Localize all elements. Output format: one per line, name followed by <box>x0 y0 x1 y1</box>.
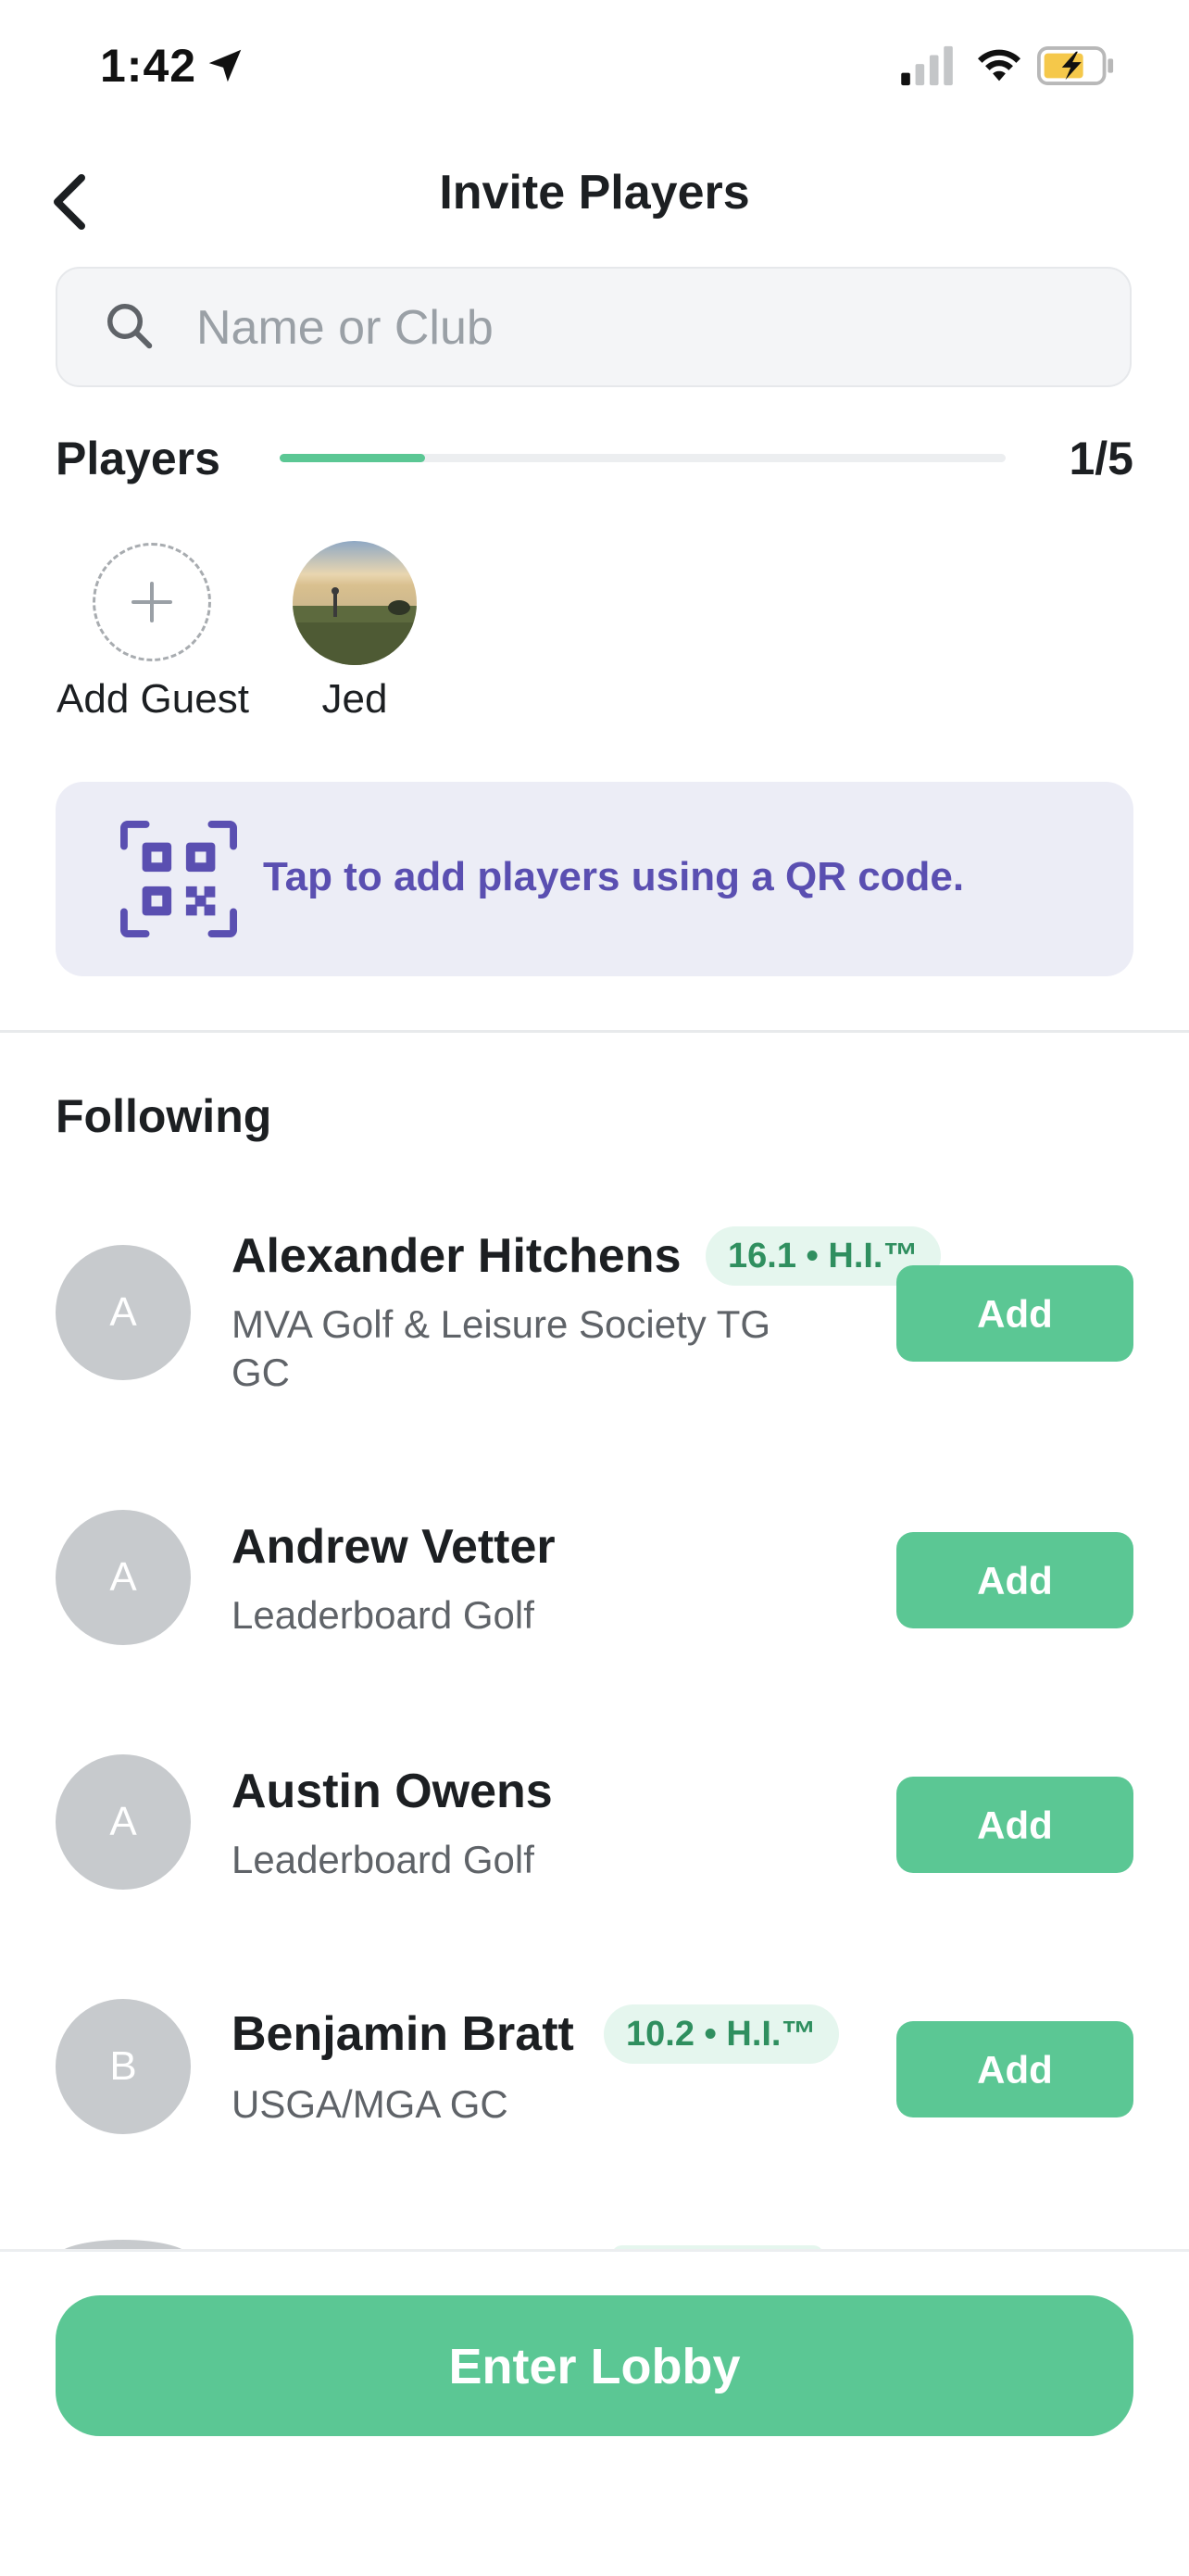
player-name: Alexander Hitchens <box>232 1229 682 1283</box>
qr-code-icon <box>120 821 237 937</box>
page-title: Invite Players <box>439 166 750 220</box>
avatar: A <box>56 1510 191 1645</box>
section-divider <box>0 1030 1189 1033</box>
add-guest-label: Add Guest <box>56 676 249 722</box>
player-name: Austin Owens <box>232 1765 553 1818</box>
player-name-jed: Jed <box>321 676 388 722</box>
enter-lobby-button[interactable]: Enter Lobby <box>56 2295 1133 2436</box>
add-player-button[interactable]: Add <box>896 1265 1133 1362</box>
status-time: 1:42 <box>100 40 197 92</box>
add-player-button[interactable]: Add <box>896 2021 1133 2117</box>
list-item: B Benjamin Bratt 10.2 • H.I.™ USGA/MGA G… <box>0 1999 1189 2156</box>
players-progress-fill <box>280 454 425 462</box>
list-item: A Alexander Hitchens 16.1 • H.I.™ MVA Go… <box>0 1223 1189 1426</box>
player-avatar-jed[interactable] <box>293 541 417 665</box>
players-label: Players <box>56 433 220 484</box>
handicap-badge: 10.2 • H.I.™ <box>604 2004 839 2064</box>
location-arrow-icon <box>208 49 242 82</box>
add-player-button[interactable]: Add <box>896 1532 1133 1628</box>
player-club: Leaderboard Golf <box>232 1593 534 1637</box>
player-name: Benjamin Bratt <box>232 2007 574 2061</box>
battery-charging-icon <box>1037 46 1114 85</box>
avatar-photo <box>293 541 417 665</box>
player-club: USGA/MGA GC <box>232 2082 508 2126</box>
players-progress-bar <box>280 454 1006 462</box>
player-club: Leaderboard Golf <box>232 1838 534 1881</box>
search-input[interactable] <box>196 289 1085 367</box>
search-icon <box>107 304 153 349</box>
avatar: A <box>56 1245 191 1380</box>
cellular-signal-icon <box>901 45 953 86</box>
avatar: A <box>56 1754 191 1890</box>
qr-code-banner[interactable]: Tap to add players using a QR code. <box>56 782 1133 976</box>
plus-icon <box>131 582 172 622</box>
wifi-icon <box>978 49 1020 82</box>
list-item: A Austin Owens Leaderboard Golf Add <box>0 1754 1189 1912</box>
add-player-button[interactable]: Add <box>896 1777 1133 1873</box>
list-item: A Andrew Vetter Leaderboard Golf Add <box>0 1510 1189 1667</box>
avatar: B <box>56 1999 191 2134</box>
qr-banner-text: Tap to add players using a QR code. <box>263 854 965 899</box>
search-bar[interactable] <box>56 267 1132 387</box>
player-name: Andrew Vetter <box>232 1520 556 1574</box>
player-club-continued: GC <box>232 1351 290 1394</box>
players-count: 1/5 <box>1069 433 1133 484</box>
following-heading: Following <box>56 1090 272 1142</box>
player-club: MVA Golf & Leisure Society TG <box>232 1302 771 1346</box>
